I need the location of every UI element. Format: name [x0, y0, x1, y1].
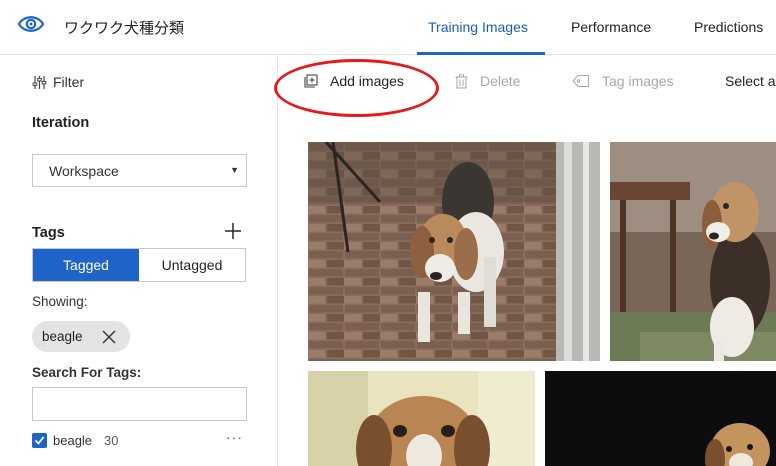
tab-performance[interactable]: Performance	[571, 19, 651, 35]
active-tag-chip: beagle	[32, 321, 130, 352]
chip-label: beagle	[42, 329, 83, 344]
iteration-title: Iteration	[32, 115, 90, 131]
tag-list-item: beagle 30	[32, 433, 119, 448]
image-thumbnail[interactable]	[308, 371, 535, 466]
beagle-photo-blanket	[308, 371, 535, 466]
tag-icon	[572, 74, 590, 88]
tag-images-button[interactable]: Tag images	[572, 73, 674, 89]
select-all-button[interactable]: Select al	[725, 73, 776, 89]
add-image-icon	[304, 74, 318, 88]
search-tags-input[interactable]	[32, 387, 247, 421]
iteration-value: Workspace	[49, 163, 119, 179]
beagle-photo-patio	[308, 142, 600, 361]
project-name: ワクワク犬種分類	[64, 19, 185, 37]
tag-checkbox[interactable]	[32, 433, 47, 448]
sidebar: Filter Iteration Workspace ▼ Tags Tagged…	[0, 55, 278, 466]
eye-logo-icon[interactable]	[17, 12, 45, 36]
active-tab-indicator	[417, 52, 545, 55]
image-thumbnail[interactable]	[308, 142, 600, 361]
showing-label: Showing:	[32, 294, 88, 309]
tab-predictions[interactable]: Predictions	[694, 19, 763, 35]
tag-count: 30	[104, 433, 119, 448]
image-thumbnail[interactable]	[545, 371, 776, 466]
untagged-toggle-button[interactable]: Untagged	[139, 249, 245, 281]
iteration-select[interactable]: Workspace ▼	[32, 154, 247, 187]
delete-label: Delete	[480, 73, 521, 89]
delete-button[interactable]: Delete	[455, 73, 520, 89]
search-tags-label: Search For Tags:	[32, 365, 142, 380]
beagle-photo-indoors	[610, 142, 776, 361]
add-images-label: Add images	[330, 73, 404, 89]
select-all-label: Select al	[725, 73, 776, 89]
top-bar: ワクワク犬種分類 Training Images Performance Pre…	[0, 0, 776, 55]
checkmark-icon	[34, 436, 45, 445]
filter-label: Filter	[53, 74, 85, 90]
tagged-untagged-toggle: Tagged Untagged	[32, 248, 246, 282]
add-images-button[interactable]: Add images	[304, 73, 404, 89]
tag-images-label: Tag images	[602, 73, 674, 89]
filter-sliders-icon	[32, 75, 47, 89]
tags-title: Tags	[32, 225, 65, 241]
tab-training-images[interactable]: Training Images	[428, 19, 528, 35]
trash-icon	[455, 73, 468, 89]
tag-name: beagle	[53, 433, 93, 448]
beagle-photo-dark	[545, 371, 776, 466]
chevron-down-icon: ▼	[230, 165, 239, 175]
add-tag-plus-icon[interactable]	[224, 222, 242, 240]
close-icon[interactable]	[102, 330, 116, 344]
image-thumbnail[interactable]	[610, 142, 776, 361]
more-options-icon[interactable]: ···	[226, 429, 243, 445]
filter-button[interactable]: Filter	[32, 74, 84, 90]
tagged-toggle-button[interactable]: Tagged	[33, 249, 139, 281]
